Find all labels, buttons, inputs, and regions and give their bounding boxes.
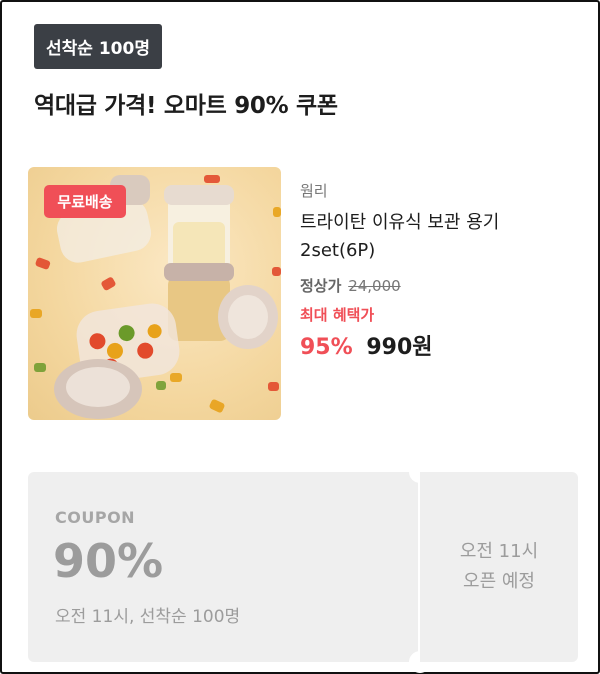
coupon-percent: 90%: [53, 534, 164, 588]
free-shipping-tag: 무료배송: [44, 185, 126, 218]
regular-price-row: 정상가 24,000: [300, 275, 560, 296]
max-benefit-label: 최대 혜택가: [300, 306, 375, 324]
sale-price: 990원: [366, 335, 433, 360]
discount-rate: 95%: [300, 335, 353, 360]
coupon-label: COUPON: [55, 508, 136, 527]
coupon-main: COUPON 90% 오전 11시, 선착순 100명: [28, 472, 418, 662]
open-time: 오전 11시: [459, 541, 539, 562]
regular-price: 24,000: [348, 277, 401, 295]
sale-price-row: 95% 990원: [300, 329, 560, 361]
coupon-description: 오전 11시, 선착순 100명: [55, 607, 241, 627]
coupon-open-status: 오전 11시 오픈 예정: [420, 472, 578, 662]
promo-card: 선착순 100명 역대급 가격! 오마트 90% 쿠폰 무료배송 웜리 트라이탄…: [0, 0, 600, 674]
open-scheduled: 오픈 예정: [463, 571, 535, 592]
product-info[interactable]: 웜리 트라이탄 이유식 보관 용기 2set(6P) 정상가 24,000 최대…: [300, 180, 560, 361]
first-come-badge: 선착순 100명: [34, 24, 162, 69]
product-name[interactable]: 트라이탄 이유식 보관 용기 2set(6P): [300, 209, 560, 265]
product-image[interactable]: 무료배송: [28, 167, 281, 420]
promo-headline: 역대급 가격! 오마트 90% 쿠폰: [34, 93, 338, 119]
coupon-ticket[interactable]: COUPON 90% 오전 11시, 선착순 100명 오전 11시 오픈 예정: [28, 461, 578, 673]
product-brand: 웜리: [300, 182, 328, 200]
regular-price-label: 정상가: [300, 277, 342, 295]
